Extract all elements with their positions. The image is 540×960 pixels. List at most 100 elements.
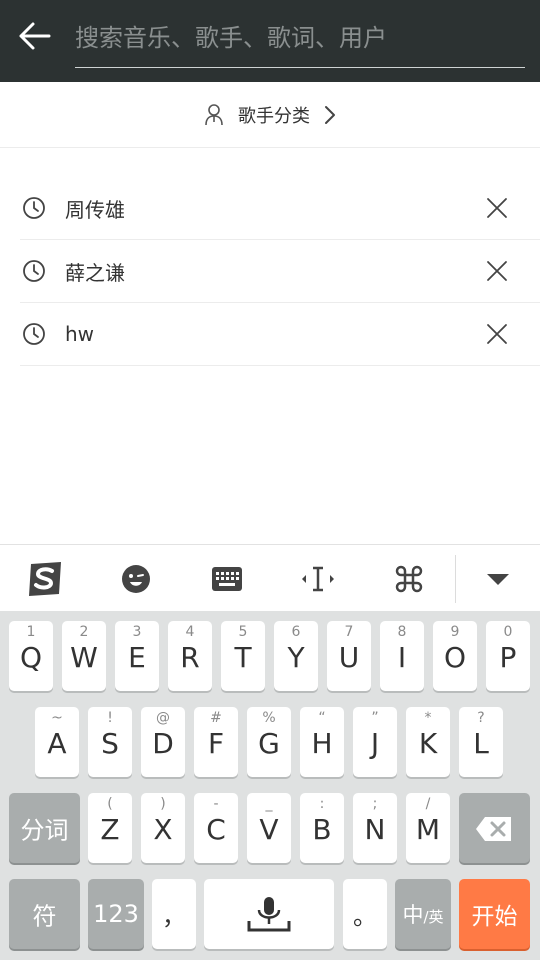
history-text: 薛之谦 bbox=[65, 260, 125, 285]
key-z[interactable]: (Z bbox=[88, 793, 132, 863]
key-symbol: ” bbox=[371, 710, 379, 726]
history-item[interactable]: 薛之谦 bbox=[20, 240, 540, 303]
key-letter: X bbox=[153, 813, 173, 846]
key-symbol: ) bbox=[160, 796, 166, 812]
language-switch-key[interactable]: 中/英 bbox=[395, 879, 451, 949]
key-q[interactable]: 1Q bbox=[9, 621, 53, 691]
singer-category-button[interactable]: 歌手分类 bbox=[0, 82, 540, 148]
key-s[interactable]: ! S bbox=[88, 707, 132, 777]
cursor-move-icon bbox=[302, 566, 334, 592]
delete-history-button[interactable] bbox=[482, 193, 512, 223]
sogou-logo-icon bbox=[29, 562, 61, 596]
key-symbol: @ bbox=[156, 710, 170, 726]
key-label: 中/英 bbox=[395, 899, 451, 929]
soft-keyboard: 1Q 2W 3E 4R 5T 6Y 7U 8I 9O 0P ~ A ! S @ D #… bbox=[0, 611, 540, 960]
key-o[interactable]: 9O bbox=[433, 621, 477, 691]
search-input[interactable] bbox=[75, 18, 525, 58]
key-t[interactable]: 5T bbox=[221, 621, 265, 691]
cursor-move-button[interactable] bbox=[298, 559, 338, 599]
key-symbol: * bbox=[424, 710, 432, 726]
emoji-button[interactable] bbox=[116, 559, 156, 599]
key-l[interactable]: ? L bbox=[459, 707, 503, 777]
key-symbol: 4 bbox=[185, 624, 195, 640]
lang-sub-label: /英 bbox=[423, 908, 444, 926]
key-symbol: “ bbox=[318, 710, 326, 726]
key-h[interactable]: “H bbox=[300, 707, 344, 777]
key-g[interactable]: % G bbox=[247, 707, 291, 777]
key-letter: S bbox=[101, 727, 119, 760]
search-field-wrapper bbox=[75, 14, 525, 68]
key-letter: O bbox=[443, 641, 467, 674]
key-symbol: 9 bbox=[450, 624, 460, 640]
sogou-logo-button[interactable] bbox=[25, 559, 65, 599]
key-letter: R bbox=[180, 641, 200, 674]
key-x[interactable]: ) X bbox=[141, 793, 185, 863]
start-key[interactable]: 开始 bbox=[459, 879, 530, 949]
key-symbol: 8 bbox=[397, 624, 407, 640]
close-icon bbox=[487, 198, 507, 218]
key-label: 符 bbox=[32, 902, 57, 931]
backspace-icon bbox=[476, 817, 511, 841]
key-symbol: 3 bbox=[132, 624, 142, 640]
key-v[interactable]: _ V bbox=[247, 793, 291, 863]
number-key[interactable]: 123 bbox=[88, 879, 144, 949]
delete-history-button[interactable] bbox=[482, 256, 512, 286]
history-item[interactable]: 周传雄 bbox=[20, 177, 540, 240]
key-symbol: : bbox=[319, 796, 325, 812]
key-y[interactable]: 6Y bbox=[274, 621, 318, 691]
key-letter: C bbox=[206, 813, 226, 846]
history-item[interactable]: hw bbox=[20, 303, 540, 366]
key-k[interactable]: * K bbox=[406, 707, 450, 777]
key-letter: L bbox=[473, 727, 489, 760]
key-b[interactable]: :B bbox=[300, 793, 344, 863]
key-d[interactable]: @ D bbox=[141, 707, 185, 777]
key-symbol: % bbox=[262, 710, 276, 726]
symbol-key[interactable]: 符 bbox=[9, 879, 80, 949]
command-button[interactable] bbox=[389, 559, 429, 599]
key-symbol: 7 bbox=[344, 624, 354, 640]
comma-key[interactable]: ， bbox=[152, 879, 196, 949]
key-letter: P bbox=[499, 641, 517, 674]
key-symbol: 5 bbox=[238, 624, 248, 640]
key-c[interactable]: -C bbox=[194, 793, 238, 863]
key-u[interactable]: 7U bbox=[327, 621, 371, 691]
collapse-keyboard-button[interactable] bbox=[478, 559, 518, 599]
key-i[interactable]: 8I bbox=[380, 621, 424, 691]
key-symbol: ; bbox=[372, 796, 378, 812]
key-f[interactable]: # F bbox=[194, 707, 238, 777]
back-button[interactable] bbox=[14, 16, 54, 56]
key-letter: J bbox=[370, 727, 380, 760]
key-letter: U bbox=[338, 641, 360, 674]
person-icon bbox=[205, 103, 223, 125]
collapse-keyboard-icon bbox=[487, 574, 509, 585]
key-symbol: 2 bbox=[79, 624, 89, 640]
key-letter: Q bbox=[19, 641, 43, 674]
space-voice-key[interactable] bbox=[204, 879, 334, 949]
chevron-right-icon bbox=[325, 105, 335, 124]
key-e[interactable]: 3E bbox=[115, 621, 159, 691]
key-symbol: ? bbox=[477, 710, 485, 726]
key-fenci[interactable]: 分词 bbox=[9, 793, 80, 863]
key-p[interactable]: 0P bbox=[486, 621, 530, 691]
period-key[interactable]: 。 bbox=[343, 879, 387, 949]
key-symbol: ~ bbox=[51, 710, 63, 726]
key-symbol: ! bbox=[107, 710, 113, 726]
key-w[interactable]: 2W bbox=[62, 621, 106, 691]
key-symbol: 0 bbox=[503, 624, 513, 640]
key-r[interactable]: 4R bbox=[168, 621, 212, 691]
key-symbol: 1 bbox=[26, 624, 36, 640]
clock-icon bbox=[23, 197, 45, 219]
key-n[interactable]: ; N bbox=[353, 793, 397, 863]
key-letter: A bbox=[47, 727, 67, 760]
key-label: ， bbox=[162, 902, 186, 931]
key-m[interactable]: / M bbox=[406, 793, 450, 863]
delete-history-button[interactable] bbox=[482, 319, 512, 349]
key-a[interactable]: ~ A bbox=[35, 707, 79, 777]
keyboard-switch-button[interactable] bbox=[207, 559, 247, 599]
clock-icon bbox=[23, 260, 45, 282]
key-j[interactable]: ” J bbox=[353, 707, 397, 777]
key-letter: W bbox=[70, 641, 98, 674]
ime-toolbar bbox=[0, 544, 540, 611]
backspace-key[interactable] bbox=[459, 793, 530, 863]
key-letter: T bbox=[234, 641, 252, 674]
